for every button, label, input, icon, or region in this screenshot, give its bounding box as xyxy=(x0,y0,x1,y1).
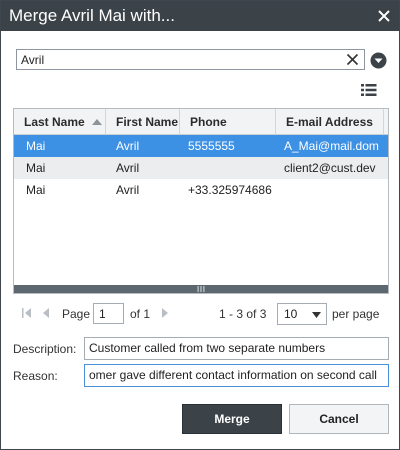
table-row[interactable]: Mai Avril client2@cust.dev xyxy=(14,157,388,179)
scrollbar-grip-icon[interactable] xyxy=(197,286,205,292)
chevron-down-icon xyxy=(312,312,321,318)
cell-email-address xyxy=(284,179,388,201)
close-icon[interactable] xyxy=(376,8,392,24)
cell-first-name: Avril xyxy=(116,183,140,197)
sort-ascending-icon xyxy=(92,119,102,125)
search-box xyxy=(16,49,365,70)
column-header-last-name[interactable]: Last Name xyxy=(14,109,106,135)
cancel-button[interactable]: Cancel xyxy=(289,404,389,434)
description-field[interactable]: Customer called from two separate number… xyxy=(84,337,389,360)
per-page-label: per page xyxy=(332,307,380,321)
cell-first-name: Avril xyxy=(116,161,140,175)
search-input[interactable] xyxy=(21,51,341,68)
cell-email-address: A_Mai@mail.dom xyxy=(284,139,379,153)
pagination-bar: Page of 1 1 - 3 of 3 10 per page xyxy=(13,302,389,326)
next-page-icon[interactable] xyxy=(159,308,171,318)
record-range-label: 1 - 3 of 3 xyxy=(219,307,267,321)
cell-email-address: client2@cust.dev xyxy=(284,161,376,175)
first-page-icon[interactable] xyxy=(21,308,33,318)
cell-last-name: Mai xyxy=(26,183,46,197)
dialog-title: Merge Avril Mai with... xyxy=(9,6,175,25)
page-size-select[interactable]: 10 xyxy=(277,303,327,325)
page-label: Page xyxy=(62,307,91,321)
previous-page-icon[interactable] xyxy=(40,308,52,318)
search-options-dropdown-icon[interactable] xyxy=(370,52,387,69)
list-view-icon[interactable] xyxy=(361,83,377,97)
clear-search-icon[interactable] xyxy=(346,53,359,66)
cell-last-name: Mai xyxy=(26,161,46,175)
column-header-first-name[interactable]: First Name xyxy=(106,109,180,135)
reason-label: Reason: xyxy=(13,369,58,383)
column-header-email-address[interactable]: E-mail Address xyxy=(276,109,384,135)
table-row[interactable]: Mai Avril +33.325974686 xyxy=(14,179,388,201)
reason-field[interactable]: omer gave different contact information … xyxy=(84,364,389,387)
description-label: Description: xyxy=(13,342,77,356)
cell-last-name: Mai xyxy=(26,139,46,153)
contacts-grid: Last Name First Name Phone Number E-mail… xyxy=(13,108,389,294)
column-header-phone-number[interactable]: Phone Number xyxy=(180,109,276,155)
page-count-label: of 1 xyxy=(130,307,151,321)
horizontal-scrollbar[interactable] xyxy=(14,285,388,293)
cell-phone-number: 5555555 xyxy=(188,139,235,153)
merge-button[interactable]: Merge xyxy=(182,404,282,434)
page-size-value: 10 xyxy=(284,307,298,321)
table-row[interactable]: Mai Avril 5555555 A_Mai@mail.dom xyxy=(14,135,388,157)
grid-header: Last Name First Name Phone Number E-mail… xyxy=(14,109,388,155)
dialog-titlebar: Merge Avril Mai with... xyxy=(1,1,399,31)
page-number-input[interactable] xyxy=(93,303,124,324)
cell-phone-number: +33.325974686 xyxy=(188,183,272,197)
cell-first-name: Avril xyxy=(116,139,140,153)
merge-dialog: Merge Avril Mai with... Last Name xyxy=(0,0,400,450)
